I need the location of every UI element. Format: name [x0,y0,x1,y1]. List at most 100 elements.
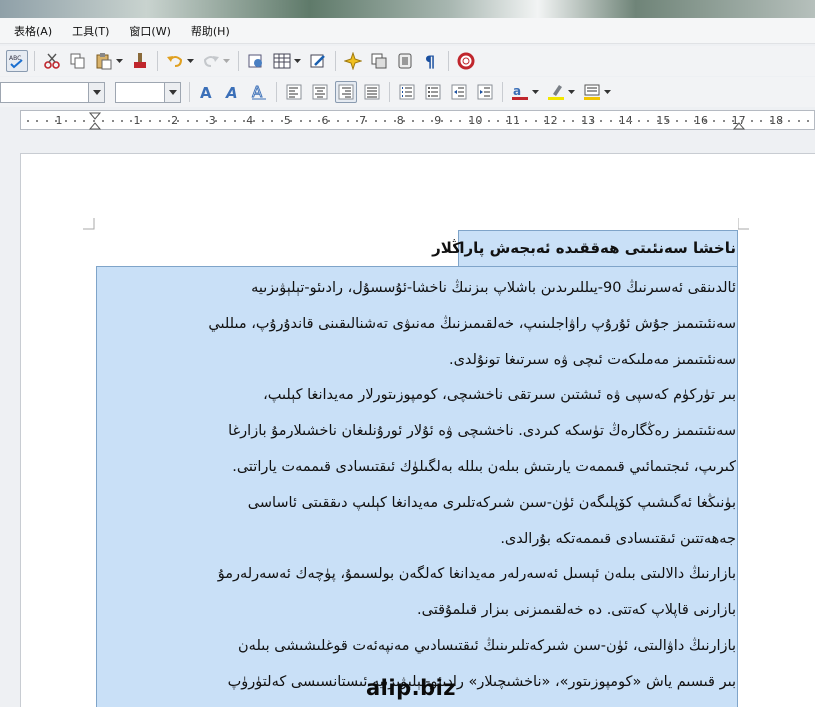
ruler-tick [92,120,95,122]
ruler-tick [732,120,734,122]
document-line[interactable]: بازارنى قاپلاپ كەتتى. ده خەلقىمىزنى بىزا… [100,600,736,620]
standard-toolbar: ABC ¶ [0,46,815,76]
ruler-tick [27,120,29,122]
redo-icon[interactable] [200,50,222,72]
document-line[interactable]: ئالدىنقى ئەسىرنىڭ 90-يىللىرىدىن باشلاپ ب… [100,278,736,298]
background-color-icon[interactable] [581,81,603,103]
document-title[interactable]: ناخشا سەنئىتى ھەققىدە ئەبجەش پاراڭلار [100,239,736,257]
numbering-icon[interactable] [396,81,418,103]
document-line[interactable]: سەنئىتىمىز جۇش ئۇرۇپ راۋاجلىنىپ، خەلقىمى… [100,314,736,334]
ruler-tick [562,120,565,122]
redo-dropdown-icon[interactable] [222,50,230,72]
ruler-tick [703,120,706,122]
horizontal-ruler[interactable]: 1 1 2 3 4 5 6 7 8 9 10 11 12 13 14 15 16 17 18 [20,110,815,130]
undo-dropdown-icon[interactable] [186,50,194,72]
document-line[interactable]: سەنئىتىمىز مەملىكەت ئىچى ۋە سىرتىغا تونۇ… [100,350,736,370]
paste-dropdown-icon[interactable] [115,50,123,72]
ruler-tick [459,120,462,122]
separator [335,51,336,71]
outline-font-icon[interactable]: A [222,81,244,103]
document-line[interactable]: بىر تۈركۈم كەسپى ۋە ئىشتىن سىرتقى ناخشىچ… [100,385,736,405]
nonprinting-icon[interactable] [394,50,416,72]
ruler-tick [591,120,593,122]
text-boundary-corner-icon [83,218,95,230]
ruler-tick [760,120,763,122]
ruler-tick [628,120,631,122]
cut-icon[interactable] [41,50,63,72]
ruler-tick [788,120,791,122]
ruler-tick [468,120,471,122]
font-color-dropdown-icon[interactable] [531,81,539,103]
document-line[interactable]: بازارنىڭ داۋالىتى، ئۈن-سىن شىركەتلىرىنىڭ… [100,636,736,656]
ruler-tick [280,120,283,122]
ruler-tick [431,120,434,122]
increase-indent-icon[interactable] [474,81,496,103]
svg-text:a: a [513,84,521,98]
shadow-font-icon[interactable]: A [248,81,270,103]
separator [238,51,239,71]
align-left-icon[interactable] [283,81,305,103]
background-color-dropdown-icon[interactable] [603,81,611,103]
decrease-indent-icon[interactable] [448,81,470,103]
font-name-combo[interactable] [0,81,105,103]
font-color-icon[interactable]: a [509,81,531,103]
draw-functions-icon[interactable] [307,50,329,72]
gallery-icon[interactable] [342,50,364,72]
paste-icon[interactable] [93,50,115,72]
menu-table[interactable]: 表格(A) [14,23,52,39]
bullets-icon[interactable] [422,81,444,103]
ruler-tick [74,120,76,122]
document-line[interactable]: كىرىپ، ئىجتىمائىي قىممەت يارىتىش بىلەن ب… [100,457,736,477]
ruler-tick [572,120,575,122]
copy-icon[interactable] [67,50,89,72]
ruler-tick [478,120,481,122]
ruler-tick [600,120,603,122]
ruler-tick [553,120,556,122]
align-right-icon[interactable] [335,81,357,103]
menu-window[interactable]: 窗口(W) [129,23,170,39]
ruler-tick [337,120,340,122]
undo-icon[interactable] [164,50,186,72]
separator [189,82,190,102]
ruler-tick [384,120,387,122]
fontwork-icon[interactable]: A [196,81,218,103]
ruler-tick [196,120,199,122]
svg-text:A: A [200,84,212,101]
ruler-tick [544,120,546,122]
ruler-tick [393,120,396,122]
navigator-icon[interactable] [245,50,267,72]
align-center-icon[interactable] [309,81,331,103]
ruler-tick [487,120,490,122]
font-size-combo[interactable] [115,81,181,103]
ruler-tick [525,120,528,122]
ruler-tick [262,120,264,122]
separator [389,82,390,102]
document-line[interactable]: جەھەتتىن ئىقتىسادى قىممەتكە بۇرالدى. [100,529,736,549]
menu-tools[interactable]: 工具(T) [72,23,109,39]
table-dropdown-icon[interactable] [293,50,301,72]
highlight-icon[interactable] [545,81,567,103]
left-indent-marker-icon[interactable] [88,112,102,133]
chevron-down-icon[interactable] [164,82,180,102]
document-line[interactable]: بازارنىڭ دالالىتى بىلەن ئېسىل ئەسەرلەر م… [100,564,736,584]
ruler-tick [713,120,716,122]
chevron-down-icon[interactable] [88,82,104,102]
ruler-tick [224,120,227,122]
ruler-tick [233,120,236,122]
ruler-tick [675,120,678,122]
highlight-dropdown-icon[interactable] [567,81,575,103]
document-line[interactable]: بۈنىڭغا ئەگىشىپ كۆپلىگەن ئۈن-سىن شىركەتل… [100,493,736,513]
justify-icon[interactable] [361,81,383,103]
clone-format-icon[interactable] [129,50,151,72]
help-icon[interactable] [455,50,477,72]
document-line[interactable]: سەنئىتىمىز رەڭگارەڭ تۈسكە كىردى. ناخشىچى… [100,421,736,441]
svg-text:A: A [252,83,263,101]
table-icon[interactable] [271,50,293,72]
ruler-tick [130,120,133,122]
menu-help[interactable]: 帮助(H) [191,23,230,39]
spellcheck-icon[interactable]: ABC [6,50,28,72]
separator [276,82,277,102]
data-sources-icon[interactable] [368,50,390,72]
ruler-tick [83,120,86,122]
paragraph-marks-icon[interactable]: ¶ [420,50,442,72]
